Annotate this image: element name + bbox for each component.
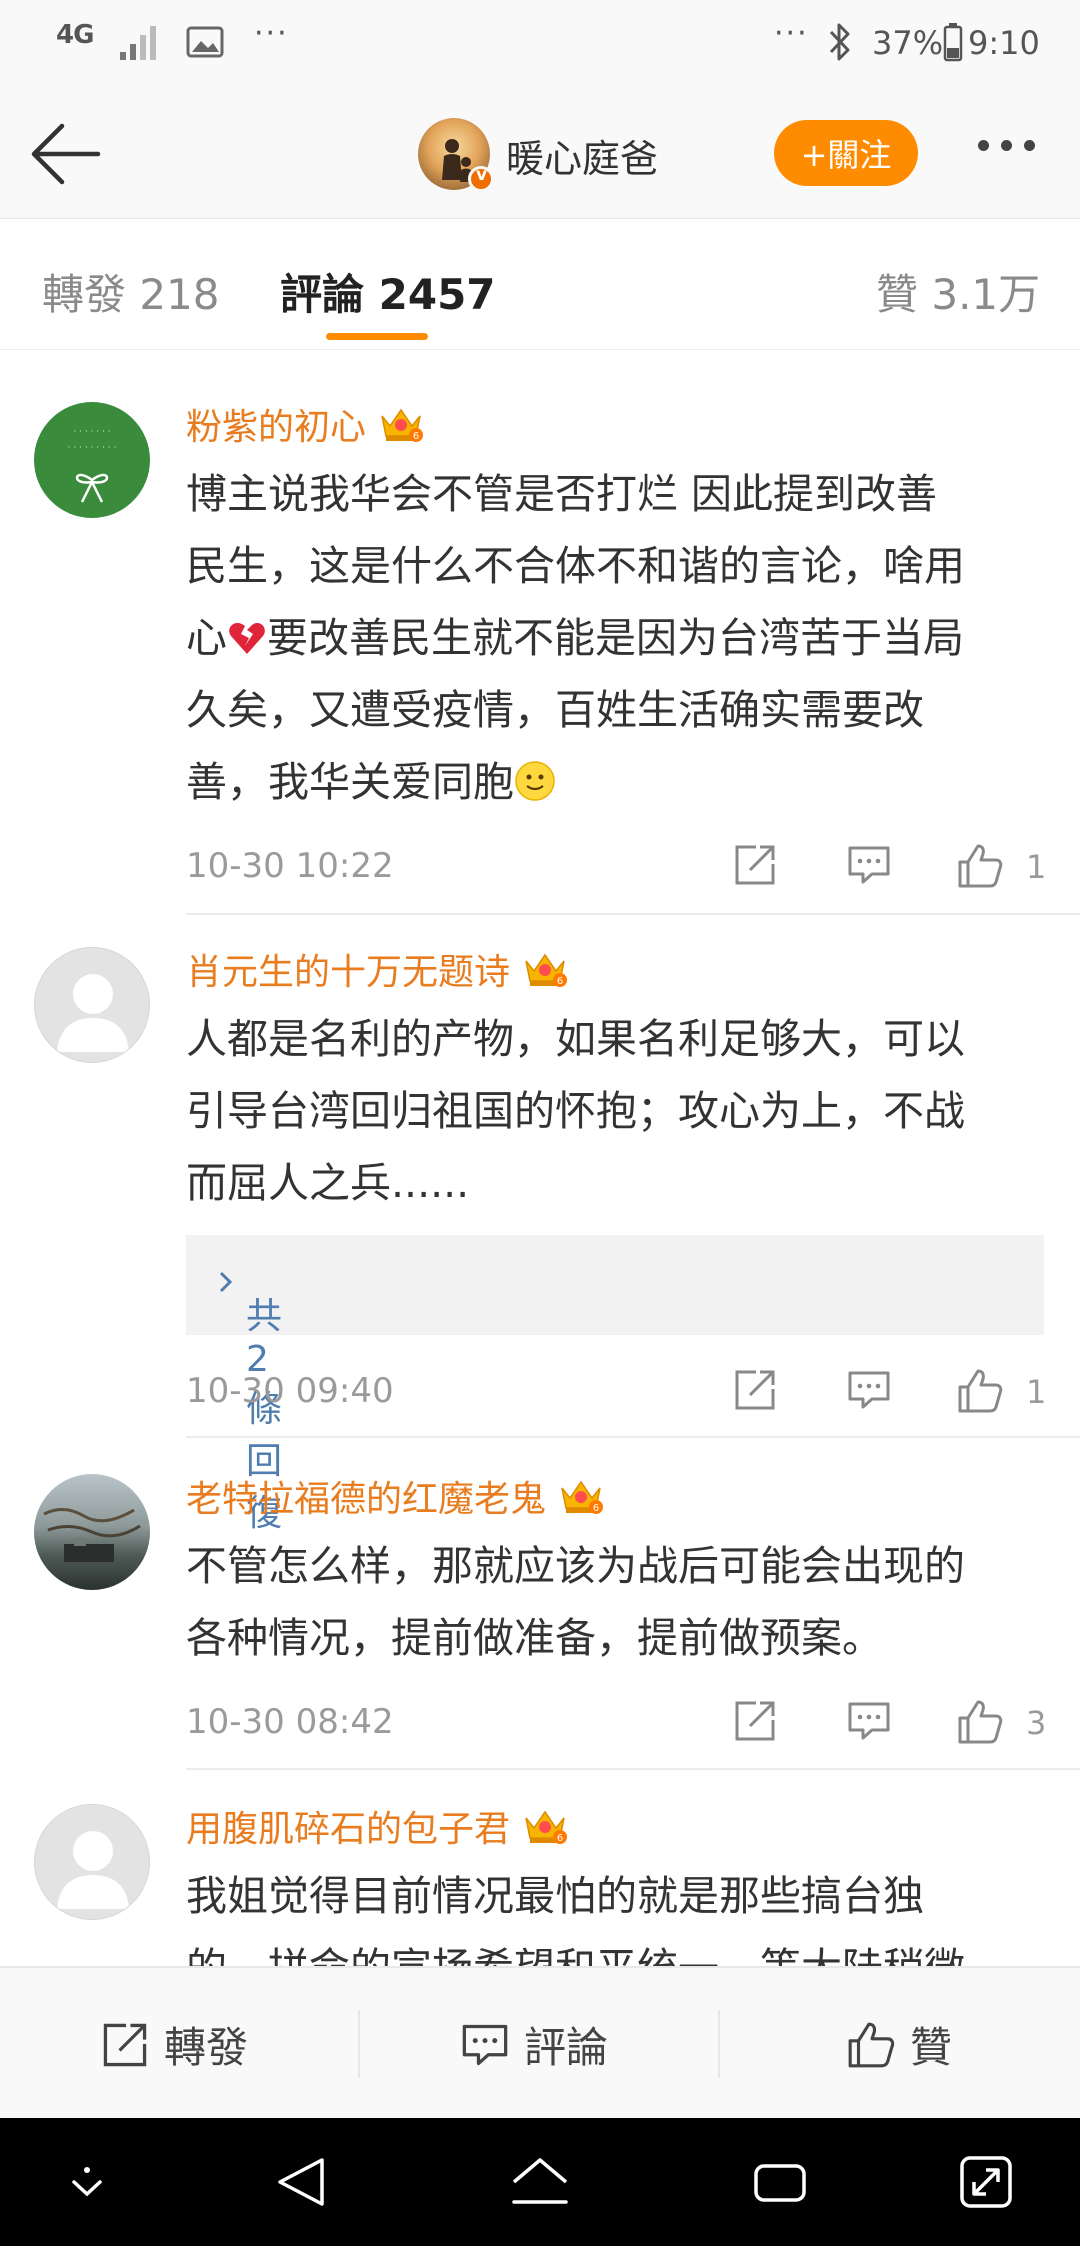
tab-likes[interactable]: 贊 3.1万 — [876, 261, 1040, 322]
status-bar: 4G ··· ··· 37% 9:10 — [0, 0, 1080, 90]
svg-text:· · · · · · · · ·: · · · · · · · · · — [68, 443, 117, 453]
like-icon[interactable] — [956, 1698, 1004, 1746]
author-name[interactable]: 暖心庭爸 — [506, 128, 658, 183]
bottom-like-button[interactable]: 贊 — [846, 2014, 952, 2075]
comment-item: 用腹肌碎石的包子君 6 我姐觉得目前情况最怕的就是那些搞台独 的，拼命的宣扬希望… — [0, 1770, 1080, 1966]
comment-item: 肖元生的十万无题诗 6 人都是名利的产物，如果名利足够大，可以 引导台湾回归祖国… — [0, 915, 1080, 1534]
commenter-avatar[interactable] — [34, 1804, 150, 1920]
comment-time: 10-30 09:40 — [186, 1371, 394, 1411]
svg-text:6: 6 — [413, 431, 419, 442]
view-replies-button[interactable]: 共2條回復 — [186, 1235, 1044, 1534]
like-icon[interactable] — [956, 842, 1004, 890]
signal-icon — [118, 22, 160, 62]
svg-text:6: 6 — [593, 1503, 599, 1514]
back-triangle-icon[interactable] — [272, 2152, 332, 2212]
system-nav-bar — [0, 2118, 1080, 2246]
top-nav-bar: 暖心庭爸 +關注 — [0, 90, 1080, 218]
like-icon[interactable] — [956, 1367, 1004, 1415]
verified-badge-icon — [468, 165, 494, 192]
comment-text: 人都是名利的产物，如果名利足够大，可以 引导台湾回归祖国的怀抱；攻心为上，不战 … — [186, 1015, 965, 1207]
chevron-right-icon — [219, 1271, 233, 1293]
default-avatar-icon — [57, 1831, 129, 1909]
image-notification-icon — [186, 26, 224, 58]
active-tab-indicator — [326, 333, 428, 340]
like-count: 1 — [1026, 1373, 1047, 1411]
back-button[interactable] — [26, 118, 106, 190]
commenter-avatar[interactable] — [34, 1474, 150, 1590]
bottom-action-bar: 轉發 評論 贊 — [0, 1966, 1080, 2118]
comment-icon[interactable] — [846, 1367, 892, 1413]
like-count: 1 — [1026, 848, 1047, 886]
status-dots-left: ··· — [254, 16, 289, 51]
svg-text:· · · · · · ·: · · · · · · · — [73, 427, 110, 437]
repost-icon — [103, 2023, 147, 2066]
network-indicator: 4G — [56, 20, 94, 50]
battery-icon — [943, 22, 963, 62]
battery-percent: 37% — [872, 24, 944, 62]
arrow-left-icon — [31, 123, 101, 185]
crown-badge-icon: 6 — [525, 953, 568, 987]
comment-meta: 10-30 08:42 3 — [186, 1698, 1056, 1748]
comment-time: 10-30 08:42 — [186, 1702, 394, 1742]
broken-heart-emoji-icon — [229, 623, 265, 654]
svg-text:6: 6 — [557, 976, 563, 987]
default-avatar-icon — [57, 974, 129, 1052]
bottom-bar-separator — [358, 2010, 360, 2078]
home-icon[interactable] — [508, 2152, 572, 2212]
recent-apps-icon[interactable] — [750, 2152, 810, 2212]
comment-meta: 10-30 10:22 1 — [186, 842, 1056, 892]
tab-reposts[interactable]: 轉發 218 — [42, 261, 220, 322]
bottom-comment-button[interactable]: 評論 — [460, 2014, 608, 2075]
bluetooth-icon — [826, 20, 854, 64]
tab-comments[interactable]: 評論 2457 — [280, 261, 496, 322]
commenter-name[interactable]: 用腹肌碎石的包子君 6 — [186, 1800, 568, 1852]
comment-tabs: 轉發 218 評論 2457 贊 3.1万 — [0, 218, 1080, 350]
crown-badge-icon: 6 — [561, 1480, 604, 1514]
repost-icon[interactable] — [732, 842, 778, 888]
comment-item: 老特拉福德的红魔老鬼 6 不管怎么样，那就应该为战后可能会出现的 各种情况，提前… — [0, 1438, 1080, 1770]
more-options-icon[interactable] — [978, 140, 1035, 151]
comment-icon[interactable] — [846, 842, 892, 888]
comment-text: 不管怎么样，那就应该为战后可能会出现的 各种情况，提前做准备，提前做预案。 — [186, 1542, 965, 1662]
repost-icon[interactable] — [732, 1367, 778, 1413]
comment-icon[interactable] — [846, 1698, 892, 1744]
svg-text:6: 6 — [557, 1833, 563, 1844]
bottom-bar-separator — [718, 2010, 720, 2078]
status-dots-right: ··· — [774, 16, 809, 51]
commenter-name[interactable]: 老特拉福德的红魔老鬼 6 — [186, 1470, 604, 1522]
smile-emoji-icon — [515, 761, 555, 801]
comment-text: 我姐觉得目前情况最怕的就是那些搞台独 的，拼命的宣扬希望和平统一，等大陆稍微 — [186, 1872, 965, 1966]
crown-badge-icon: 6 — [381, 408, 424, 442]
like-icon — [848, 2022, 895, 2067]
bottom-repost-button[interactable]: 轉發 — [100, 2014, 248, 2075]
repost-icon[interactable] — [732, 1698, 778, 1744]
comment-text: 博主说我华会不管是否打烂 因此提到改善 民生，这是什么不合体不和谐的言论，啥用 … — [186, 470, 965, 806]
commenter-avatar[interactable] — [34, 947, 150, 1063]
follow-button[interactable]: +關注 — [774, 120, 918, 186]
expand-screen-icon[interactable] — [956, 2152, 1016, 2212]
comment-item: · · · · · · · · · · · · · · · · 粉紫的初心 6 … — [0, 350, 1080, 915]
clock: 9:10 — [968, 24, 1040, 62]
crown-badge-icon: 6 — [525, 1810, 568, 1844]
comment-meta: 10-30 09:40 1 — [186, 1367, 1056, 1417]
comment-icon — [462, 2024, 508, 2065]
chevron-down-icon[interactable] — [62, 2164, 112, 2204]
commenter-name[interactable]: 肖元生的十万无题诗 6 — [186, 943, 568, 995]
like-count: 3 — [1026, 1704, 1047, 1742]
commenter-name[interactable]: 粉紫的初心 6 — [186, 398, 424, 450]
commenter-avatar[interactable]: · · · · · · · · · · · · · · · · — [34, 402, 150, 518]
comment-time: 10-30 10:22 — [186, 846, 394, 886]
network-type: 4G — [56, 20, 94, 50]
